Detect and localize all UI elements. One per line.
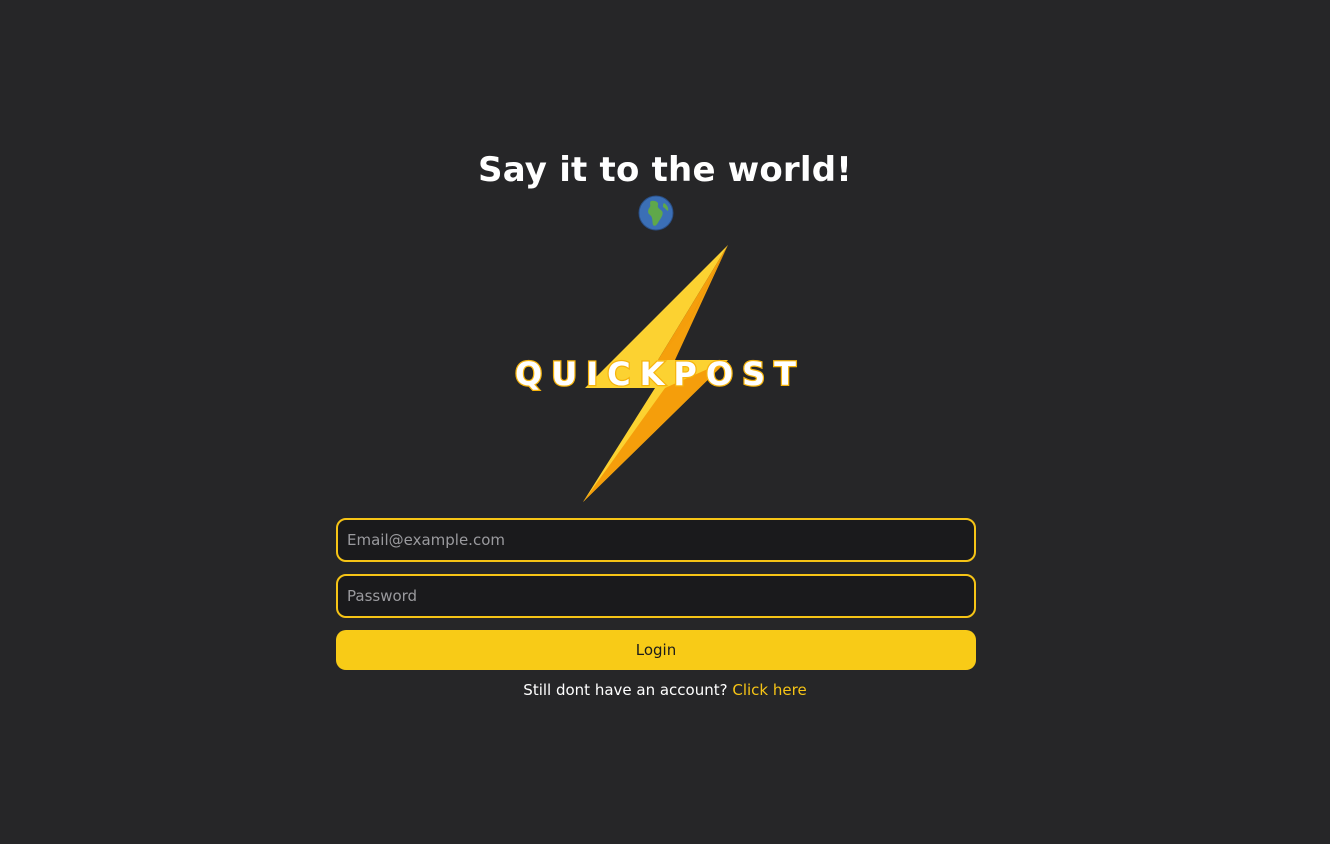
quickpost-logo: QUICKPOST (515, 245, 805, 502)
logo-wordmark: QUICKPOST (515, 355, 805, 393)
signup-prompt: Still dont have an account? Click here (0, 680, 1330, 700)
signup-prompt-text: Still dont have an account? (523, 681, 728, 699)
globe-icon (638, 195, 674, 231)
email-input[interactable] (336, 518, 976, 562)
login-page: Say it to the world! QUICKPOST Login Sti… (0, 0, 1330, 844)
signup-link[interactable]: Click here (732, 681, 806, 699)
password-input[interactable] (336, 574, 976, 618)
page-headline: Say it to the world! (478, 150, 852, 190)
login-button[interactable]: Login (336, 630, 976, 670)
